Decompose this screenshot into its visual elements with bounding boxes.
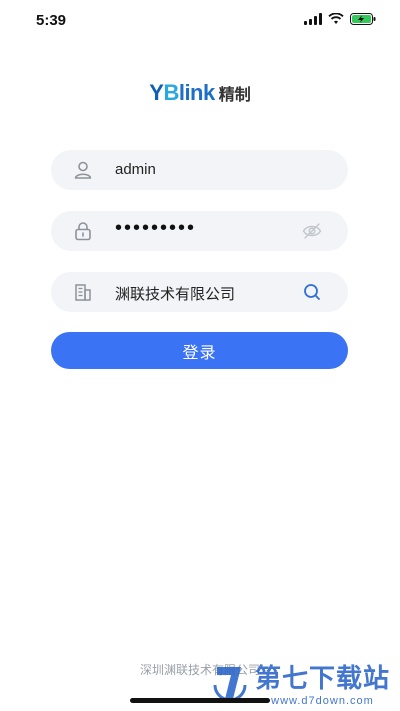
battery-charging-icon	[350, 13, 376, 25]
status-time: 5:39	[36, 12, 67, 29]
watermark-title: 第七下载站	[254, 663, 390, 693]
password-field[interactable]: •••••••••	[51, 211, 348, 251]
building-icon	[75, 284, 91, 301]
watermark-text: 第七下载站 www.d7down.com	[255, 658, 390, 707]
wifi-icon	[328, 13, 344, 24]
eye-hidden-icon[interactable]	[302, 221, 322, 241]
app-logo: YBlink 精制	[0, 80, 400, 106]
logo-letter-y: Y	[149, 80, 164, 105]
logo-letter-b: B	[163, 80, 179, 105]
search-icon[interactable]	[302, 282, 322, 302]
username-input[interactable]: admin	[115, 161, 295, 178]
lock-icon	[75, 222, 91, 241]
signal-icon	[304, 13, 322, 25]
watermark-url: www.d7down.com	[271, 695, 374, 707]
company-input[interactable]: 渊联技术有限公司	[115, 283, 295, 304]
company-field[interactable]: 渊联技术有限公司	[51, 272, 348, 312]
logo-suffix: 精制	[218, 87, 251, 104]
home-indicator[interactable]	[130, 698, 270, 703]
login-button[interactable]: 登录	[51, 332, 348, 369]
logo-brand: YBlink	[149, 80, 215, 106]
password-input[interactable]: •••••••••	[115, 217, 295, 240]
status-bar: 5:39	[0, 0, 400, 40]
status-icons	[304, 13, 376, 25]
username-field[interactable]: admin	[51, 150, 348, 190]
d7-logo-icon	[213, 666, 247, 701]
logo-word: link	[178, 80, 215, 105]
user-icon	[74, 161, 92, 179]
